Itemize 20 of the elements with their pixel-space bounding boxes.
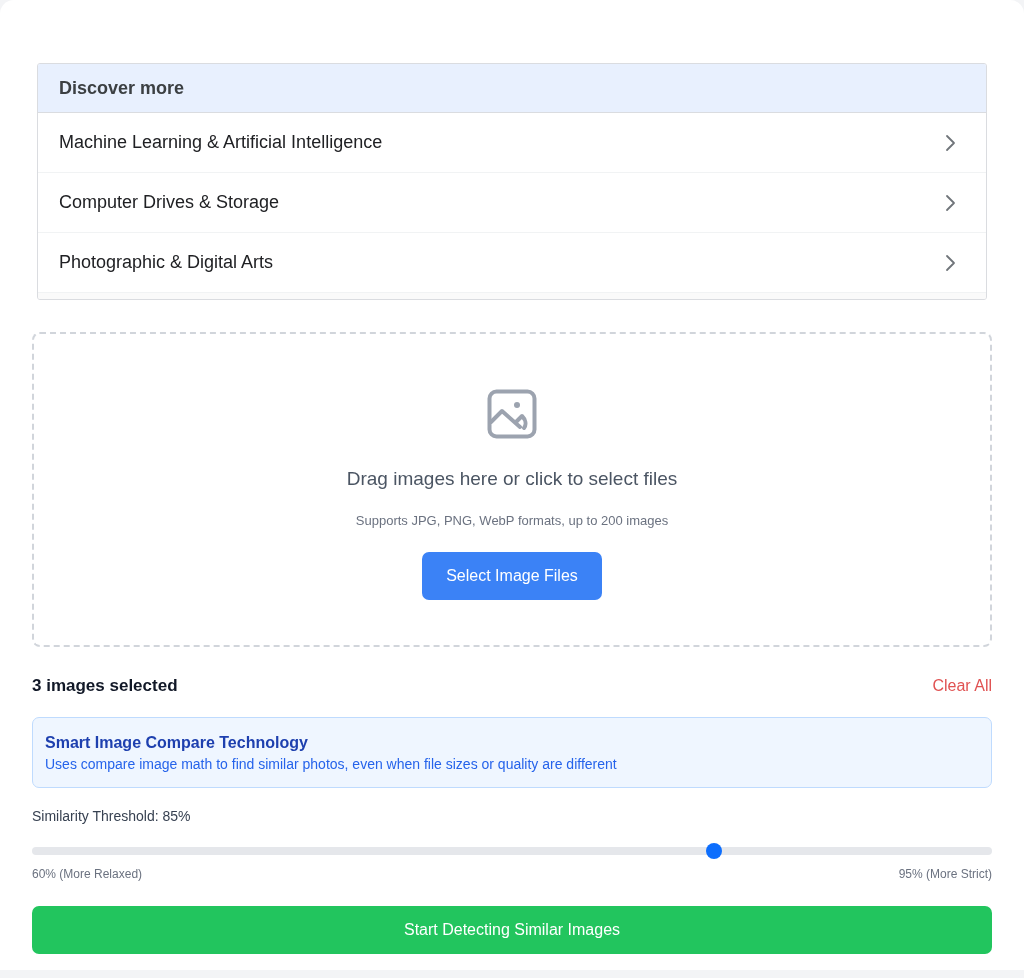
topic-label: Computer Drives & Storage [59, 191, 280, 214]
select-files-button[interactable]: Select Image Files [422, 552, 602, 600]
threshold-label: Similarity Threshold: 85% [32, 806, 192, 826]
topic-label: Machine Learning & Artificial Intelligence [59, 131, 383, 154]
panel-heading: Discover more [38, 64, 986, 113]
slider-thumb[interactable] [705, 842, 722, 859]
clear-all-link[interactable]: Clear All [932, 673, 992, 698]
chevron-right-icon [945, 193, 956, 212]
max-label: 95% (More Strict) [898, 865, 992, 883]
info-title: Smart Image Compare Technology [45, 732, 309, 753]
image-icon [487, 389, 537, 439]
chevron-right-icon [945, 253, 956, 272]
drop-zone[interactable]: Drag images here or click to select files Supports JPG, PNG, WebP formats, up to 200 images Select Image Files [32, 332, 992, 647]
topic-label: Photographic & Digital Arts [59, 251, 274, 274]
chevron-right-icon [945, 133, 956, 152]
selected-count: 3 images selected [32, 675, 178, 697]
drop-instruction: Drag images here or click to select files [346, 467, 678, 491]
info-description: Uses compare image math to find similar photos, even when file sizes or quality are different [45, 754, 618, 774]
min-label: 60% (More Relaxed) [32, 865, 143, 883]
format-hint: Supports JPG, PNG, WebP formats, up to 200 images [355, 511, 669, 530]
